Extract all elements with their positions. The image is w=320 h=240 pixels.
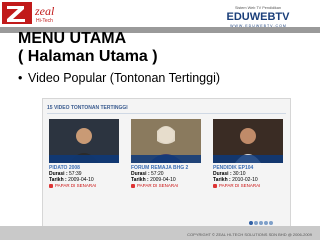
- play-link[interactable]: PAPAR DI SENARAI: [49, 183, 129, 189]
- eduwebtv-brand: EDUWEBTV: [227, 11, 291, 23]
- bullet-text: Video Popular (Tontonan Tertinggi): [28, 71, 221, 85]
- eduwebtv-tagline: Sistem Web TV Pendidikan: [235, 6, 281, 10]
- carousel-dot[interactable]: [259, 221, 263, 225]
- play-link[interactable]: PAPAR DI SENARAI: [131, 183, 211, 189]
- video-thumbnail[interactable]: [213, 119, 283, 163]
- video-info: Durasi : 57:20 Tarikh : 2009-04-10: [131, 171, 211, 183]
- play-label: PAPAR DI SENARAI: [219, 183, 261, 188]
- video-info: Durasi : 57:39 Tarikh : 2009-04-10: [49, 171, 129, 183]
- play-icon: [213, 183, 217, 188]
- video-info: Durasi : 30:10 Tarikh : 2010-02-10: [213, 171, 293, 183]
- bullet-item: • Video Popular (Tontonan Tertinggi): [18, 70, 220, 86]
- slide-title: MENU UTAMA ( Halaman Utama ): [18, 30, 298, 66]
- footer-bar: COPYRIGHT © ZEAL HI-TECH SOLUTIONS SDN B…: [0, 226, 320, 240]
- carousel-dot[interactable]: [269, 221, 273, 225]
- play-icon: [131, 183, 135, 188]
- play-link[interactable]: PAPAR DI SENARAI: [213, 183, 293, 189]
- play-label: PAPAR DI SENARAI: [137, 183, 179, 188]
- carousel-dot[interactable]: [264, 221, 268, 225]
- bullet-dot-icon: •: [18, 71, 23, 85]
- zeal-logo-subtext: Hi-Tech: [36, 18, 53, 24]
- video-thumbnail[interactable]: [131, 119, 201, 163]
- play-icon: [49, 183, 53, 188]
- slide-title-line2: ( Halaman Utama ): [18, 48, 158, 65]
- slide-title-line1: MENU UTAMA: [18, 30, 127, 47]
- carousel-dot[interactable]: [254, 221, 258, 225]
- slide-header: zeal Hi-Tech ZEAL HI-TECH SOLUTIONS SDN.…: [0, 0, 320, 34]
- section-divider: [47, 113, 286, 114]
- video-card[interactable]: FORUM REMAJA BHG 2 Durasi : 57:20 Tarikh…: [131, 119, 201, 201]
- video-thumbnail[interactable]: [49, 119, 119, 163]
- carousel-dot[interactable]: [249, 221, 253, 225]
- zeal-logo-text: zeal: [34, 4, 55, 18]
- video-card[interactable]: PENDIDIK EP104 Durasi : 30:10 Tarikh : 2…: [213, 119, 283, 201]
- copyright-text: COPYRIGHT © ZEAL HI-TECH SOLUTIONS SDN B…: [187, 232, 312, 237]
- video-card[interactable]: PIDATO 2008 Durasi : 57:39 Tarikh : 2009…: [49, 119, 119, 201]
- section-header: 15 VIDEO TONTONAN TERTINGGI: [47, 105, 128, 111]
- play-label: PAPAR DI SENARAI: [55, 183, 97, 188]
- screenshot-panel: 15 VIDEO TONTONAN TERTINGGI PIDATO 2008 …: [42, 98, 291, 232]
